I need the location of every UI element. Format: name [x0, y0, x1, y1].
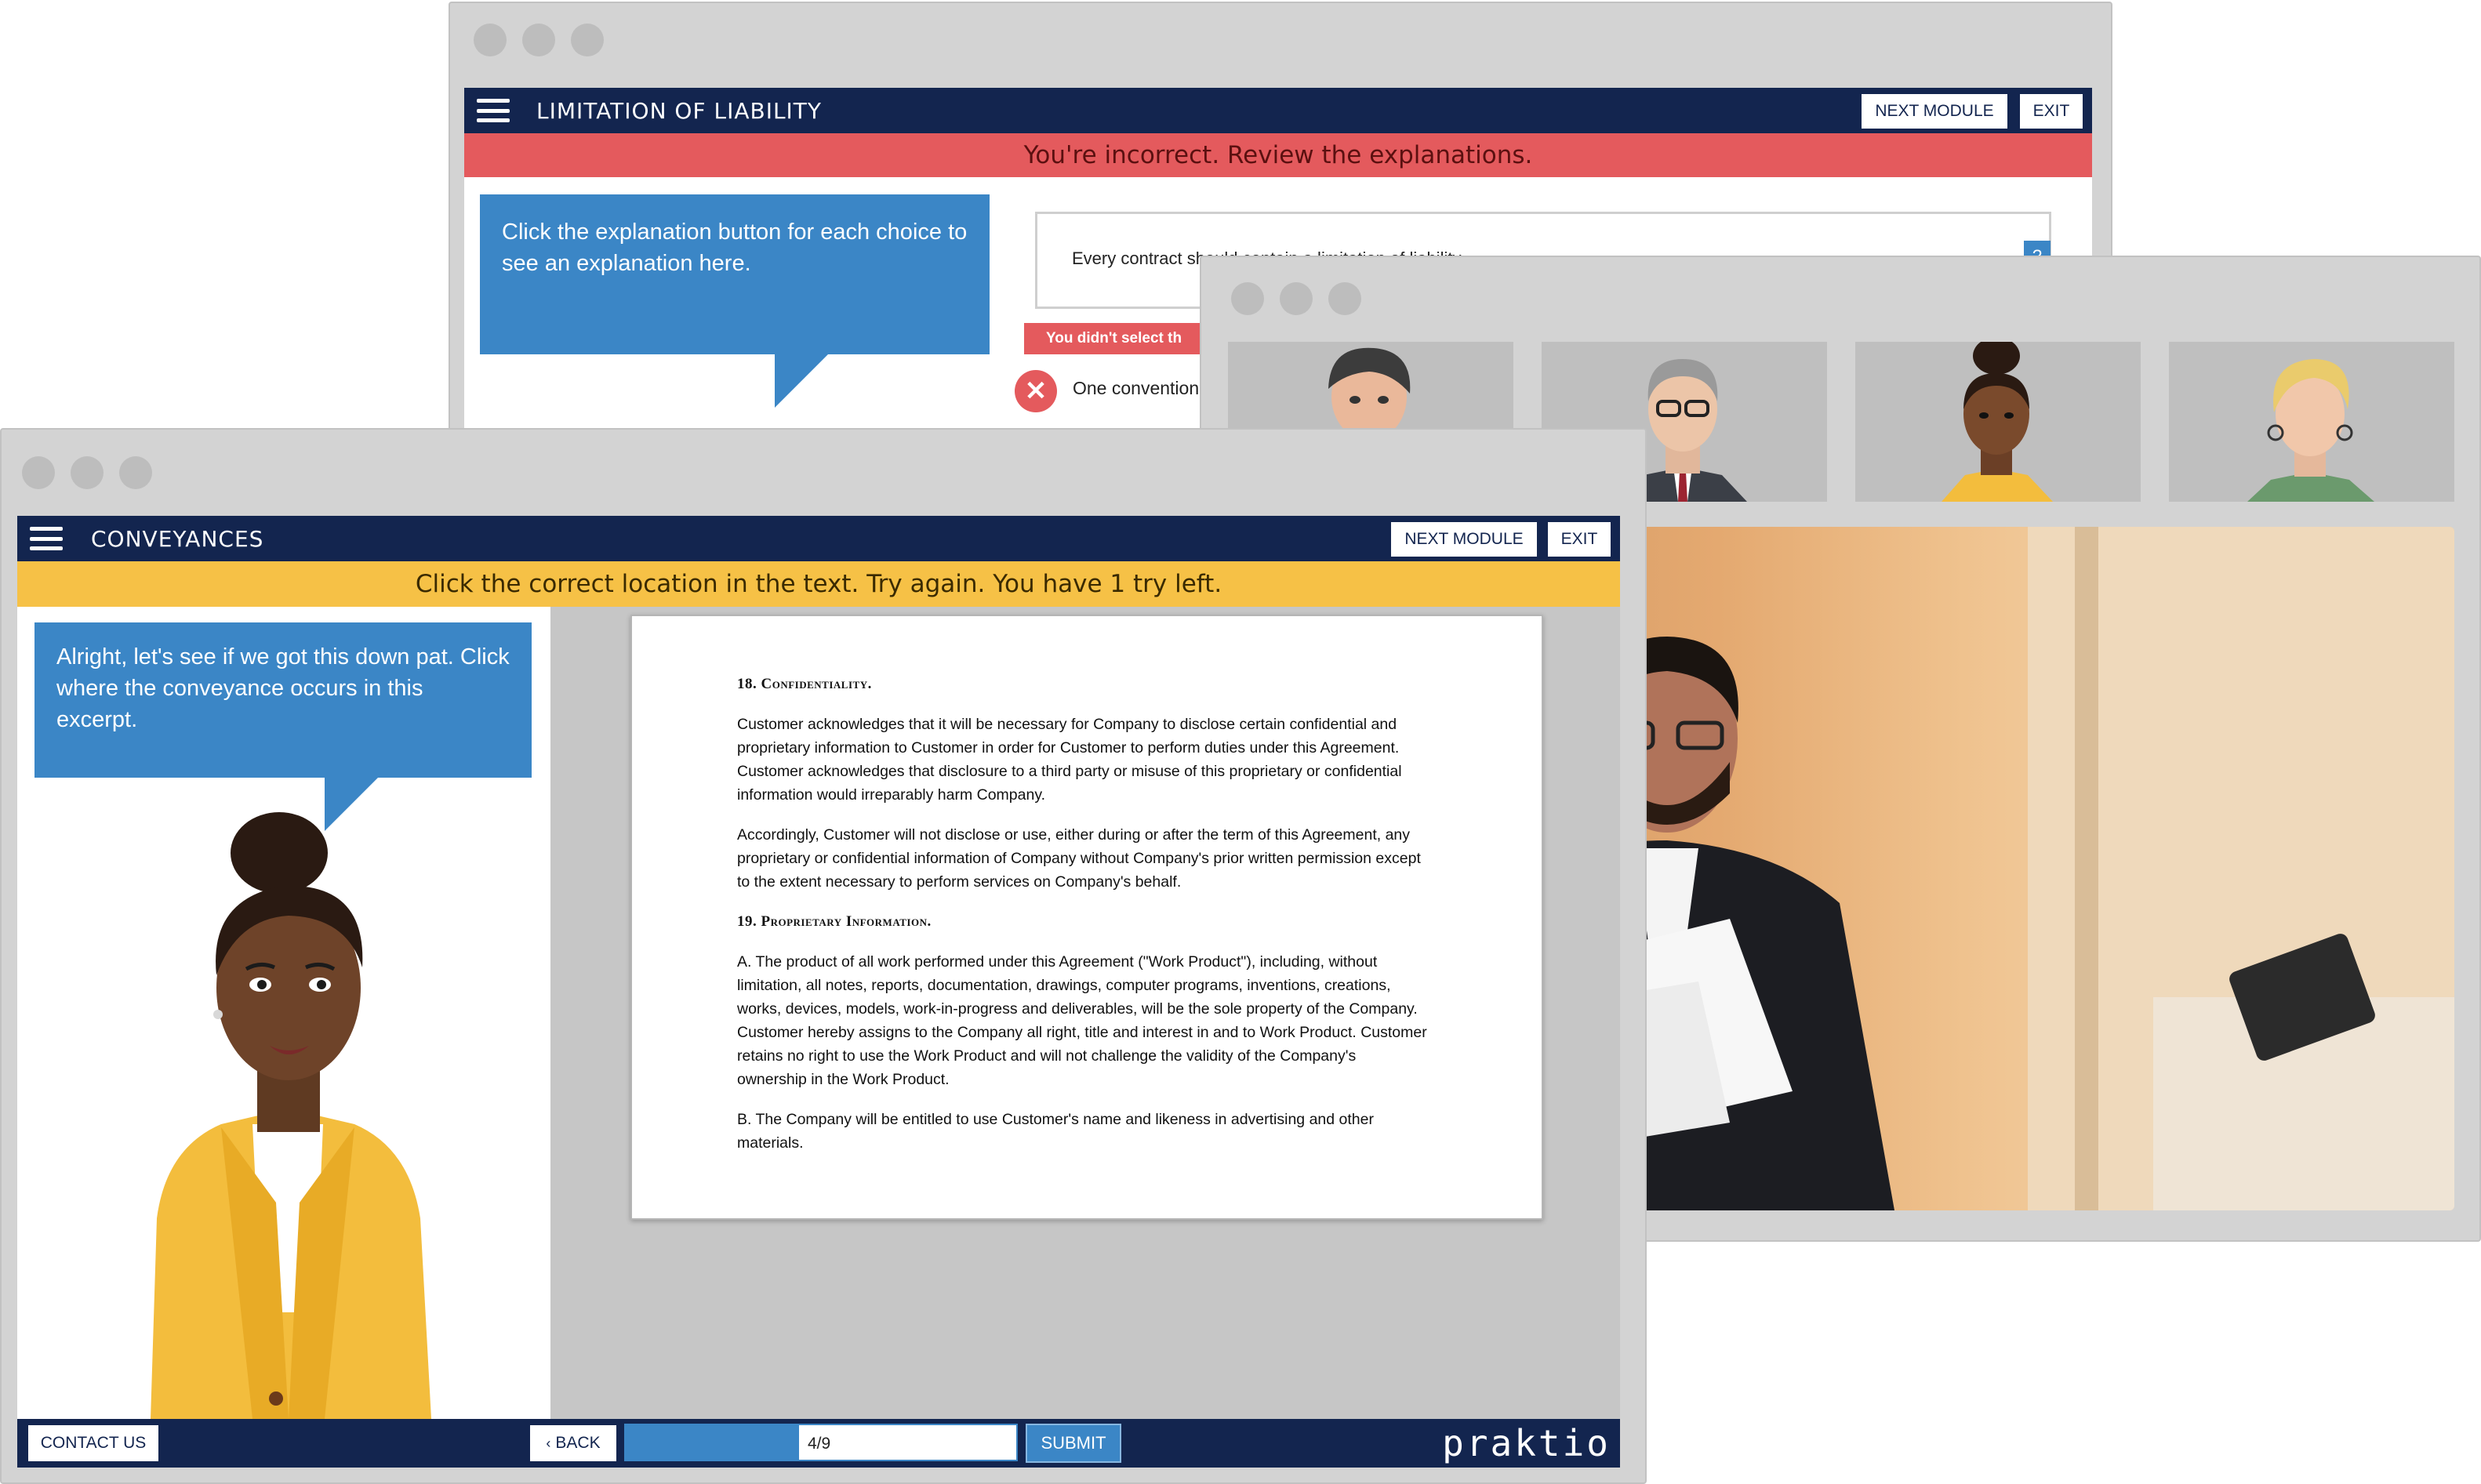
window-control-dot[interactable]: [1328, 282, 1361, 315]
avatar-icon: [2247, 359, 2374, 502]
window-control-dot[interactable]: [571, 24, 604, 56]
alert-text: Click the correct location in the text. …: [415, 570, 1222, 598]
page-title: CONVEYANCES: [91, 525, 264, 552]
bubble-tail: [775, 353, 830, 408]
section-19-paragraph-b[interactable]: B. The Company will be entitled to use C…: [737, 1108, 1427, 1155]
left-panel: Alright, let's see if we got this down p…: [17, 607, 550, 1419]
submit-label: SUBMIT: [1041, 1433, 1106, 1453]
alert-text: You're incorrect. Review the explanation…: [1023, 141, 1533, 169]
choice-text[interactable]: One convention: [1073, 378, 1199, 399]
back-button[interactable]: ‹ BACK: [530, 1425, 616, 1461]
next-module-button[interactable]: NEXT MODULE: [1391, 522, 1537, 557]
hamburger-menu-icon[interactable]: [30, 527, 63, 550]
window-control-dot[interactable]: [1280, 282, 1313, 315]
window-control-dot[interactable]: [119, 456, 152, 489]
section-19-heading: 19. Proprietary Information.: [737, 913, 932, 930]
window-control-dot[interactable]: [474, 24, 507, 56]
window-control-dot[interactable]: [22, 456, 55, 489]
page-title: LIMITATION OF LIABILITY: [536, 97, 823, 124]
back-navbar: LIMITATION OF LIABILITY: [464, 88, 2092, 133]
participant-tile[interactable]: [1855, 342, 2141, 502]
section-18-paragraph-2[interactable]: Accordingly, Customer will not disclose …: [737, 823, 1427, 894]
praktio-logo: praktio: [1442, 1422, 1611, 1464]
document-area: 18. Confidentiality. Customer acknowledg…: [550, 607, 1620, 1419]
instructor-avatar: [151, 812, 431, 1419]
front-navbar: CONVEYANCES: [17, 516, 1620, 561]
progress-bar-fill: [626, 1425, 800, 1460]
explanation-bubble: Click the explanation button for each ch…: [480, 194, 990, 354]
section-18-heading: 18. Confidentiality.: [737, 676, 872, 692]
incorrect-x-icon: ✕: [1015, 370, 1057, 412]
missed-answer-text: You didn't select th: [1046, 330, 1182, 347]
contact-us-button[interactable]: CONTACT US: [28, 1425, 158, 1461]
exit-button[interactable]: EXIT: [1548, 522, 1611, 557]
section-18-paragraph-1[interactable]: Customer acknowledges that it will be ne…: [737, 713, 1427, 807]
section-19-paragraph-a[interactable]: A. The product of all work performed und…: [737, 950, 1427, 1091]
hamburger-menu-icon[interactable]: [477, 99, 510, 122]
bubble-text: Click the explanation button for each ch…: [502, 220, 968, 276]
next-module-button[interactable]: NEXT MODULE: [1862, 94, 2007, 129]
window-control-dot[interactable]: [522, 24, 555, 56]
participant-tile[interactable]: [2169, 342, 2454, 502]
window-control-dot[interactable]: [71, 456, 104, 489]
try-again-alert-banner: Click the correct location in the text. …: [17, 561, 1620, 607]
incorrect-alert-banner: You're incorrect. Review the explanation…: [464, 133, 2092, 177]
exit-button[interactable]: EXIT: [2020, 94, 2083, 129]
progress-text: 4/9: [808, 1435, 831, 1453]
footer-bar: CONTACT US ‹ BACK 4/9 SUBMIT praktio: [17, 1419, 1620, 1468]
chevron-left-icon: ‹: [546, 1435, 551, 1451]
missed-answer-label: You didn't select th: [1024, 323, 1212, 354]
back-button-label: BACK: [555, 1434, 601, 1452]
window-control-dot[interactable]: [1231, 282, 1264, 315]
submit-button[interactable]: SUBMIT: [1026, 1424, 1121, 1463]
avatar-icon: [1942, 342, 2053, 502]
front-window: CONVEYANCES NEXT MODULE EXIT Click the c…: [0, 428, 1647, 1484]
progress-bar: 4/9: [624, 1424, 1018, 1461]
document-page[interactable]: 18. Confidentiality. Customer acknowledg…: [630, 615, 1543, 1220]
